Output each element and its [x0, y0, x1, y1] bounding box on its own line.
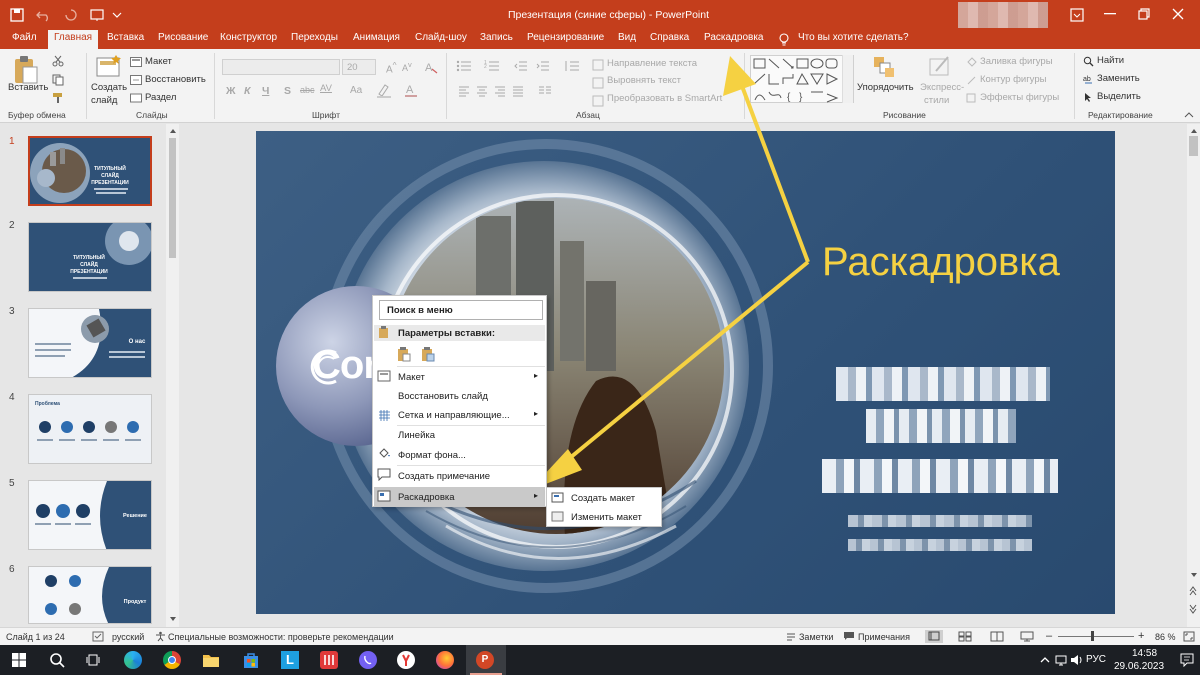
- menu-item-format-background[interactable]: Формат фона...: [398, 450, 466, 461]
- format-background-icon: [379, 448, 390, 458]
- zoom-out-button[interactable]: –: [1046, 630, 1052, 642]
- menu-item-grid-guides[interactable]: Сетка и направляющие...: [398, 410, 510, 421]
- input-language[interactable]: РУС: [1086, 654, 1106, 665]
- yandex-glyph-icon: [402, 654, 410, 666]
- file-explorer-icon[interactable]: [202, 652, 220, 668]
- accessibility-icon: [156, 631, 165, 642]
- normal-view-button[interactable]: [925, 630, 943, 643]
- zoom-level[interactable]: 86 %: [1155, 632, 1176, 642]
- notes-icon: [787, 633, 795, 641]
- zoom-slider[interactable]: [1058, 636, 1134, 637]
- storyboard-icon: [377, 490, 391, 502]
- clock-time[interactable]: 14:58: [1132, 648, 1157, 659]
- menu-item-ruler[interactable]: Линейка: [398, 430, 435, 441]
- submenu-arrow-icon: ▸: [534, 409, 539, 418]
- network-icon[interactable]: [1055, 653, 1069, 667]
- menu-item-layout[interactable]: Макет: [398, 372, 425, 383]
- submenu-item-edit-layout[interactable]: Изменить макет: [571, 512, 642, 523]
- layout-menu-icon: [377, 370, 391, 382]
- fit-slide-icon[interactable]: [1183, 631, 1195, 642]
- windows-start-icon[interactable]: [12, 653, 26, 667]
- chrome-icon[interactable]: [163, 651, 181, 669]
- arrow-to-menu-item: [530, 260, 810, 490]
- app-red-icon[interactable]: [320, 651, 338, 669]
- comments-icon: [844, 632, 854, 640]
- firefox-icon[interactable]: [436, 651, 454, 669]
- zoom-slider-handle[interactable]: [1091, 631, 1094, 641]
- menu-item-new-comment[interactable]: Создать примечание: [398, 471, 490, 482]
- windows-taskbar: L P РУС 14:58 29.06.2023: [0, 645, 1200, 675]
- arrow-to-tab: [723, 56, 810, 263]
- zoom-in-button[interactable]: +: [1138, 630, 1144, 642]
- slideshow-view-icon[interactable]: [1020, 631, 1034, 642]
- annotation-label: Раскадровка: [822, 240, 1060, 284]
- slide-sorter-icon[interactable]: [958, 631, 972, 642]
- store-icon[interactable]: [242, 651, 260, 669]
- edge-icon[interactable]: [124, 651, 142, 669]
- task-view-icon[interactable]: [86, 653, 100, 667]
- yandex-browser-icon[interactable]: [397, 651, 415, 669]
- app-red-glyph-icon: [324, 655, 334, 665]
- viber-glyph-icon: [364, 655, 372, 665]
- annotation-arrows: [530, 56, 810, 490]
- paste-options-label: Параметры вставки:: [398, 328, 496, 339]
- app-l-icon[interactable]: L: [281, 651, 299, 669]
- paste-picture-icon[interactable]: [421, 346, 435, 362]
- notifications-icon[interactable]: [1180, 653, 1194, 667]
- menu-item-storyboard[interactable]: Раскадровка: [398, 492, 455, 503]
- submenu-arrow-icon: ▸: [534, 491, 539, 500]
- notes-button[interactable]: Заметки: [799, 632, 833, 642]
- menu-item-reset-slide[interactable]: Восстановить слайд: [398, 391, 488, 402]
- search-icon[interactable]: [49, 652, 65, 668]
- storyboard-submenu: Создать макет Изменить макет: [546, 487, 662, 527]
- comments-button[interactable]: Примечания: [858, 632, 910, 642]
- accessibility-status[interactable]: Специальные возможности: проверьте реком…: [168, 632, 394, 642]
- tray-overflow-icon[interactable]: [1040, 656, 1050, 664]
- normal-view-icon: [928, 631, 940, 641]
- grid-icon: [379, 410, 390, 421]
- menu-search-placeholder: Поиск в меню: [387, 305, 453, 316]
- viber-icon[interactable]: [359, 651, 377, 669]
- paste-options-icon: [379, 326, 388, 338]
- paste-keep-source-icon[interactable]: [397, 346, 411, 362]
- create-layout-icon: [551, 492, 564, 503]
- powerpoint-icon[interactable]: P: [476, 651, 494, 669]
- menu-search-input[interactable]: Поиск в меню: [379, 300, 543, 320]
- new-comment-icon: [377, 468, 391, 481]
- clock-date[interactable]: 29.06.2023: [1114, 661, 1164, 672]
- edit-layout-icon: [551, 511, 564, 522]
- reading-view-icon[interactable]: [990, 631, 1004, 642]
- slide-counter: Слайд 1 из 24: [6, 632, 65, 642]
- spelling-icon[interactable]: [92, 631, 104, 642]
- context-menu: Поиск в меню Параметры вставки: Макет ▸ …: [372, 295, 547, 507]
- status-bar: Слайд 1 из 24 русский Специальные возмож…: [0, 627, 1200, 645]
- submenu-arrow-icon: ▸: [534, 371, 539, 380]
- volume-icon[interactable]: [1070, 653, 1084, 667]
- language-indicator[interactable]: русский: [112, 632, 144, 642]
- submenu-item-create-layout[interactable]: Создать макет: [571, 493, 635, 504]
